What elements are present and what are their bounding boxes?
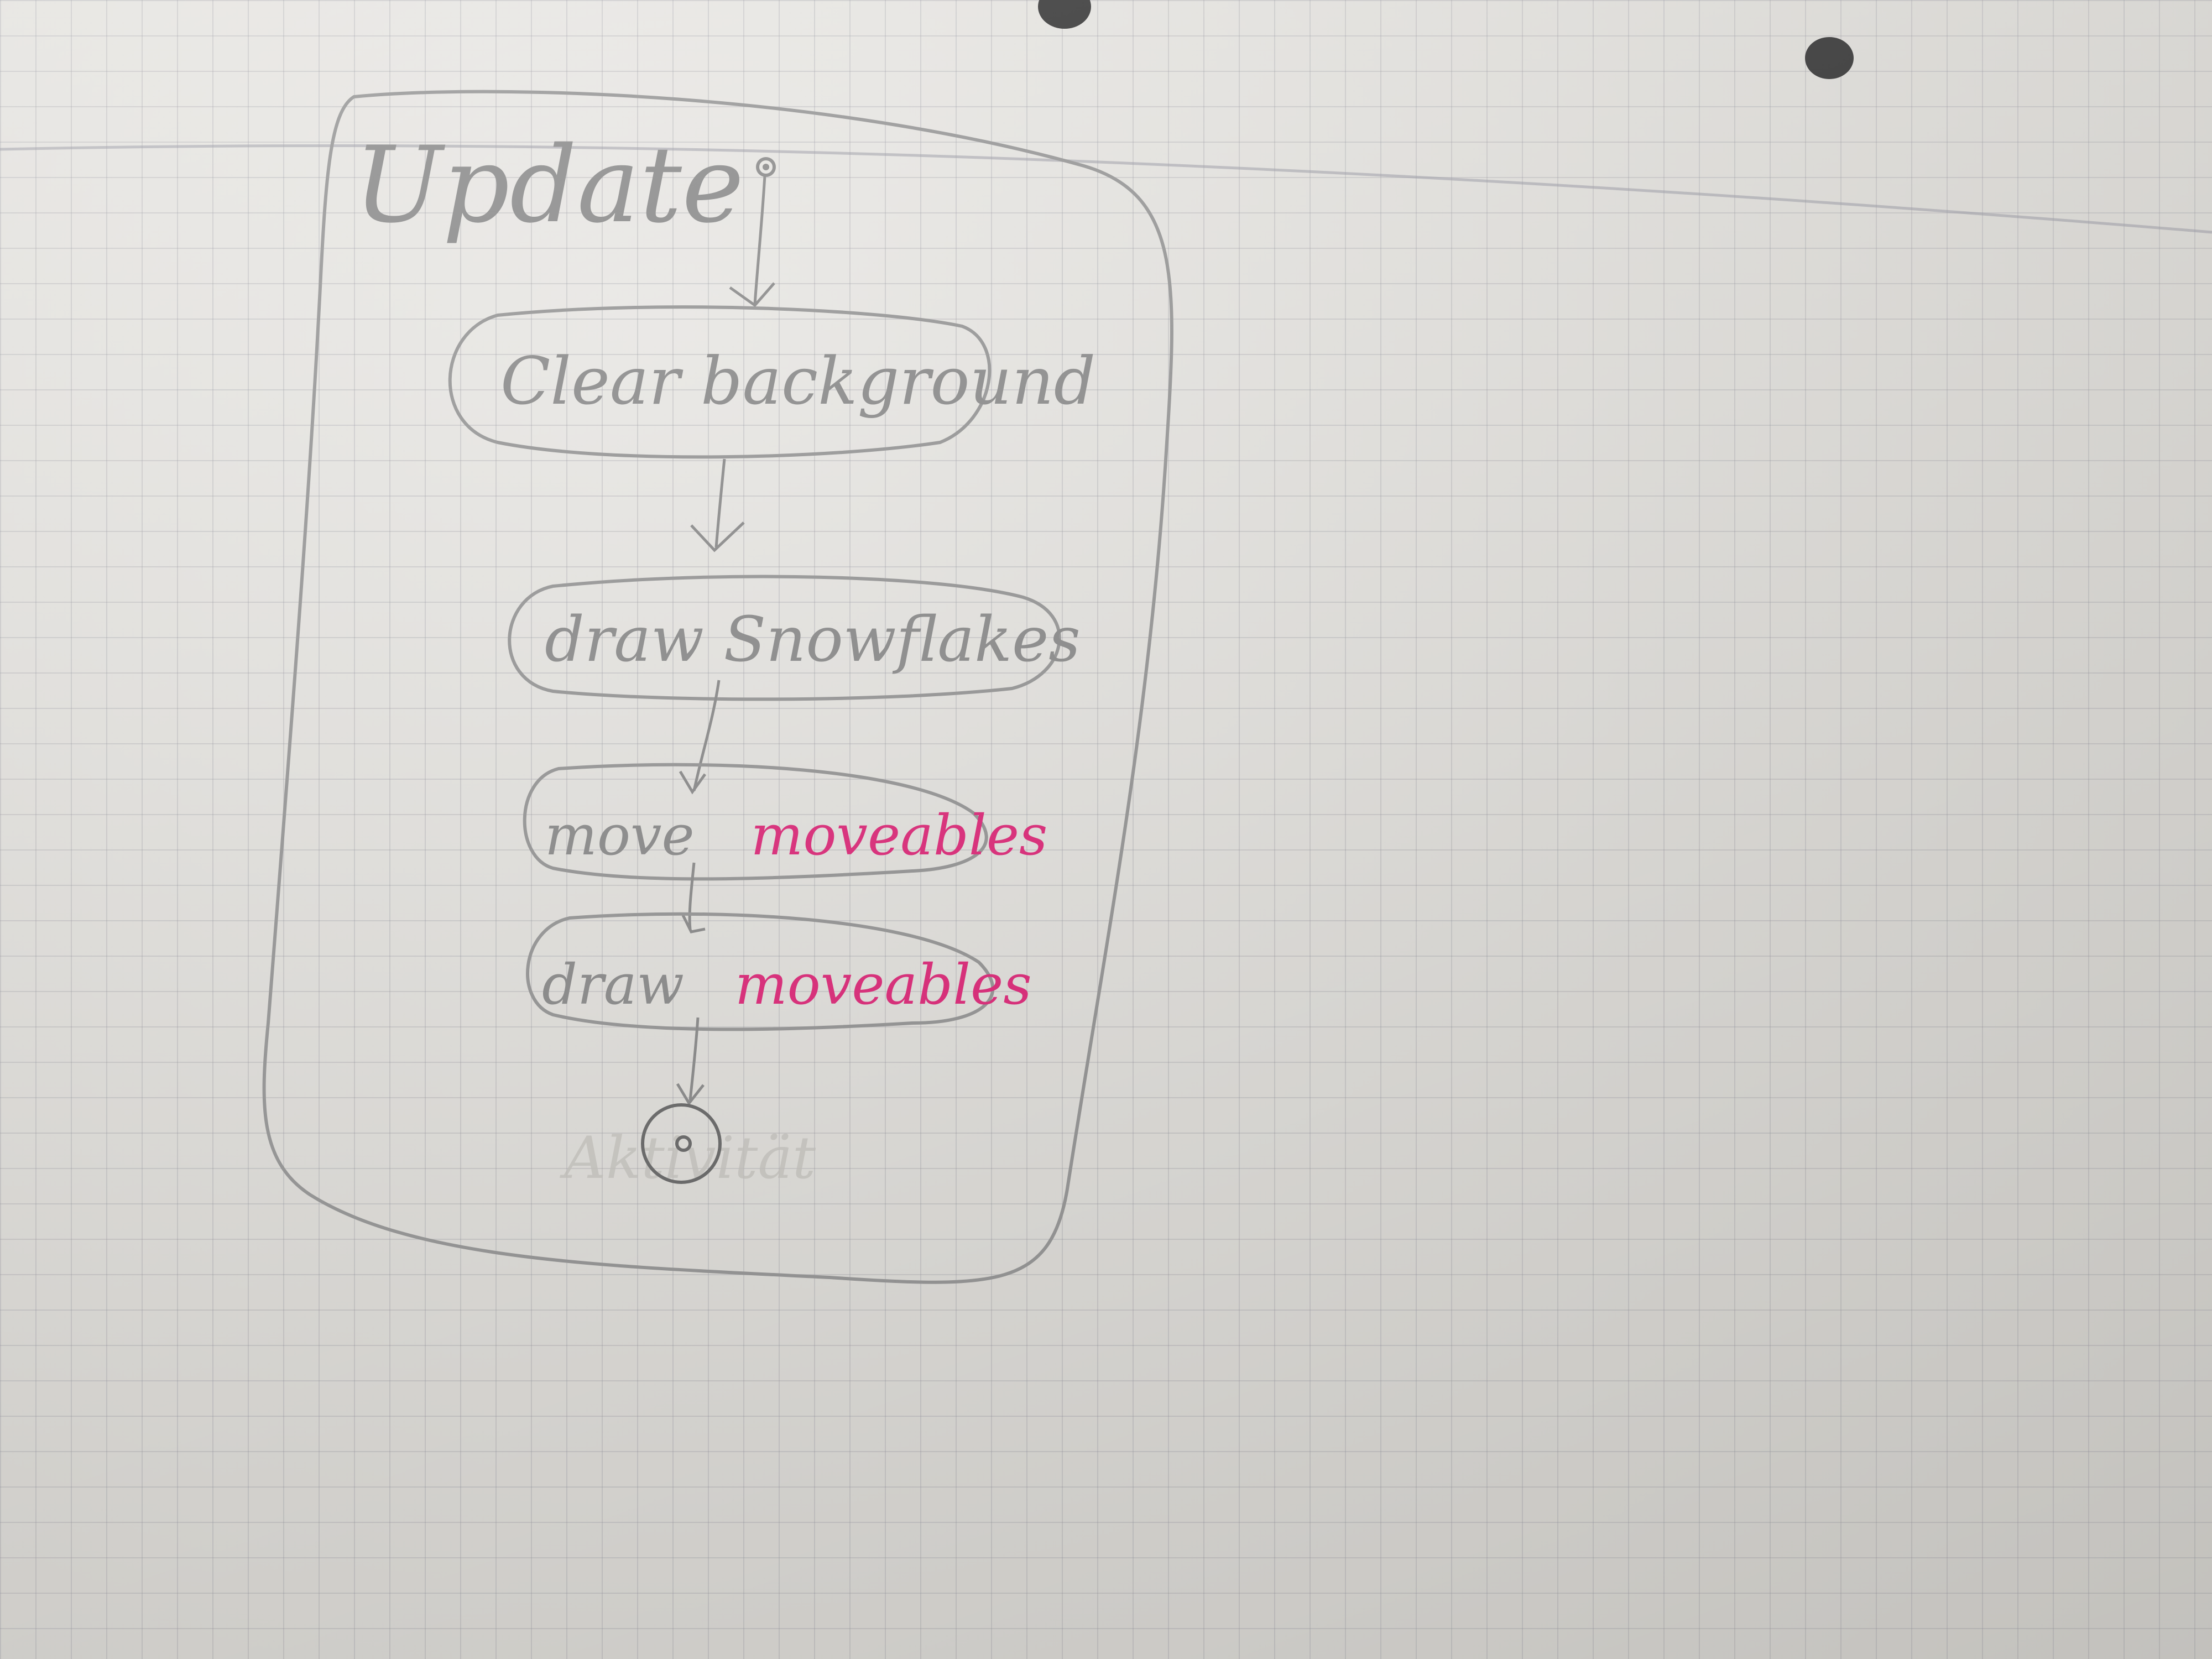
action-label-move-moveables: move moveables: [545, 803, 1047, 868]
arrow-move-draw: [688, 862, 696, 930]
notebook-page: Clear background draw Snowflakes move mo…: [0, 0, 2212, 1659]
action-label-clear-background: Clear background: [500, 343, 1095, 419]
arrow-snow-move: [692, 680, 721, 791]
action-label-move: move: [545, 803, 695, 868]
punch-hole: [1038, 0, 1091, 29]
action-label-moveables-pink: moveables: [735, 952, 1032, 1017]
action-label-draw-moveables: draw moveables: [542, 952, 1032, 1017]
action-label-draw-snowflakes: draw Snowflakes: [545, 604, 1081, 676]
arrowhead: [729, 282, 775, 307]
activity-diagram: Clear background draw Snowflakes move mo…: [0, 0, 2212, 1284]
arrowhead: [681, 914, 706, 933]
arrow-clear-snow: [714, 458, 726, 548]
margin-line: [0, 144, 2212, 234]
action-label-moveables-pink: moveables: [751, 803, 1048, 868]
action-label-draw: draw: [542, 952, 684, 1017]
arrowhead: [679, 770, 707, 795]
punch-hole: [1805, 37, 1854, 79]
arrow-start-clear: [753, 175, 766, 305]
activity-title: Update: [354, 124, 744, 246]
start-node-dot: [763, 164, 769, 170]
